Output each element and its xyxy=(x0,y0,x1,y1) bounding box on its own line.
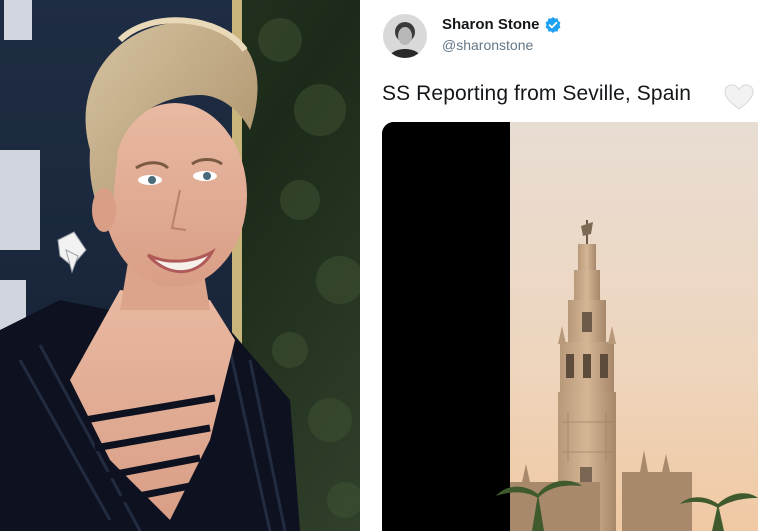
portrait-photo xyxy=(0,0,360,531)
author-handle[interactable]: @sharonstone xyxy=(442,37,533,53)
tweet-text: SS Reporting from Seville, Spain xyxy=(382,82,692,105)
white-heart-emoji-icon xyxy=(724,84,754,110)
tweet-video-media[interactable] xyxy=(382,122,758,531)
verified-badge-icon xyxy=(545,16,561,33)
tweet-card: Sharon Stone @sharonstone SS Reporting f… xyxy=(362,0,758,531)
author-avatar[interactable] xyxy=(383,14,427,58)
author-name[interactable]: Sharon Stone xyxy=(442,16,540,33)
author-name-row: Sharon Stone xyxy=(442,16,561,33)
